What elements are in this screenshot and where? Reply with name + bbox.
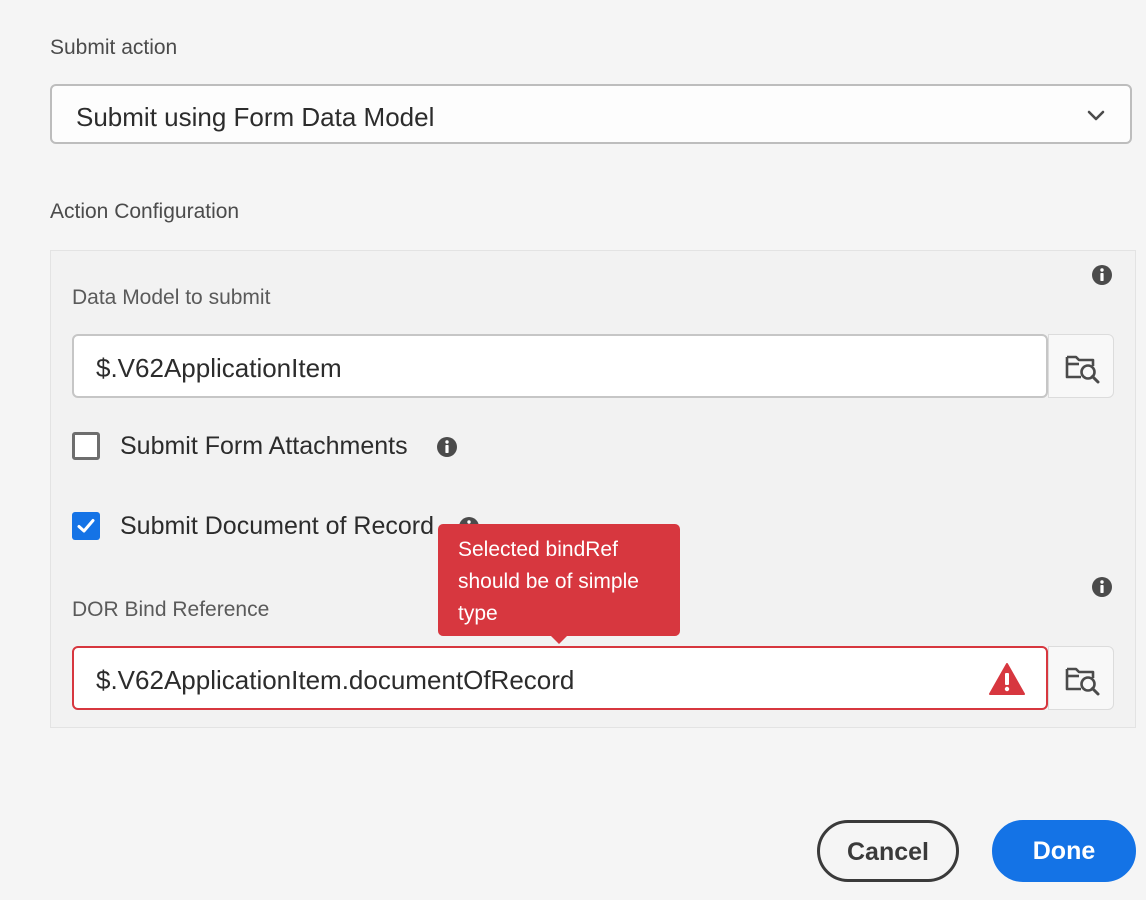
done-button[interactable]: Done [992, 820, 1136, 882]
info-icon[interactable] [436, 436, 458, 458]
info-icon[interactable] [1091, 264, 1113, 286]
submit-dor-label: Submit Document of Record [120, 512, 435, 540]
dor-bind-reference-value: $.V62ApplicationItem.documentOfRecord [96, 665, 575, 695]
submit-attachments-label: Submit Form Attachments [120, 432, 408, 460]
error-tooltip: Selected bindRef should be of simple typ… [438, 524, 680, 636]
error-tooltip-tip [550, 635, 568, 644]
info-icon[interactable] [1091, 576, 1113, 598]
submit-action-select[interactable]: Submit using Form Data Model [50, 84, 1132, 144]
submit-dor-checkbox[interactable] [72, 512, 100, 540]
chevron-down-icon[interactable] [1086, 106, 1106, 126]
folder-search-icon [1065, 355, 1100, 384]
action-configuration-label: Action Configuration [50, 200, 240, 223]
error-tooltip-line: should be of simple [458, 570, 639, 593]
dor-bind-reference-browse-button[interactable] [1048, 646, 1114, 710]
data-model-input[interactable]: $.V62ApplicationItem [72, 334, 1048, 398]
submit-action-selected-value: Submit using Form Data Model [76, 102, 435, 132]
cancel-button[interactable]: Cancel [817, 820, 959, 882]
data-model-value: $.V62ApplicationItem [96, 353, 342, 383]
alert-triangle-icon [989, 663, 1025, 695]
checkmark-icon [77, 519, 95, 533]
data-model-browse-button[interactable] [1048, 334, 1114, 398]
data-model-label: Data Model to submit [72, 286, 271, 309]
dor-bind-reference-label: DOR Bind Reference [72, 598, 270, 621]
submit-attachments-checkbox[interactable] [72, 432, 100, 460]
error-tooltip-line: type [458, 602, 498, 625]
error-tooltip-line: Selected bindRef [458, 538, 618, 561]
dor-bind-reference-input[interactable]: $.V62ApplicationItem.documentOfRecord [72, 646, 1048, 710]
folder-search-icon [1065, 667, 1100, 696]
submit-action-label: Submit action [50, 36, 178, 59]
